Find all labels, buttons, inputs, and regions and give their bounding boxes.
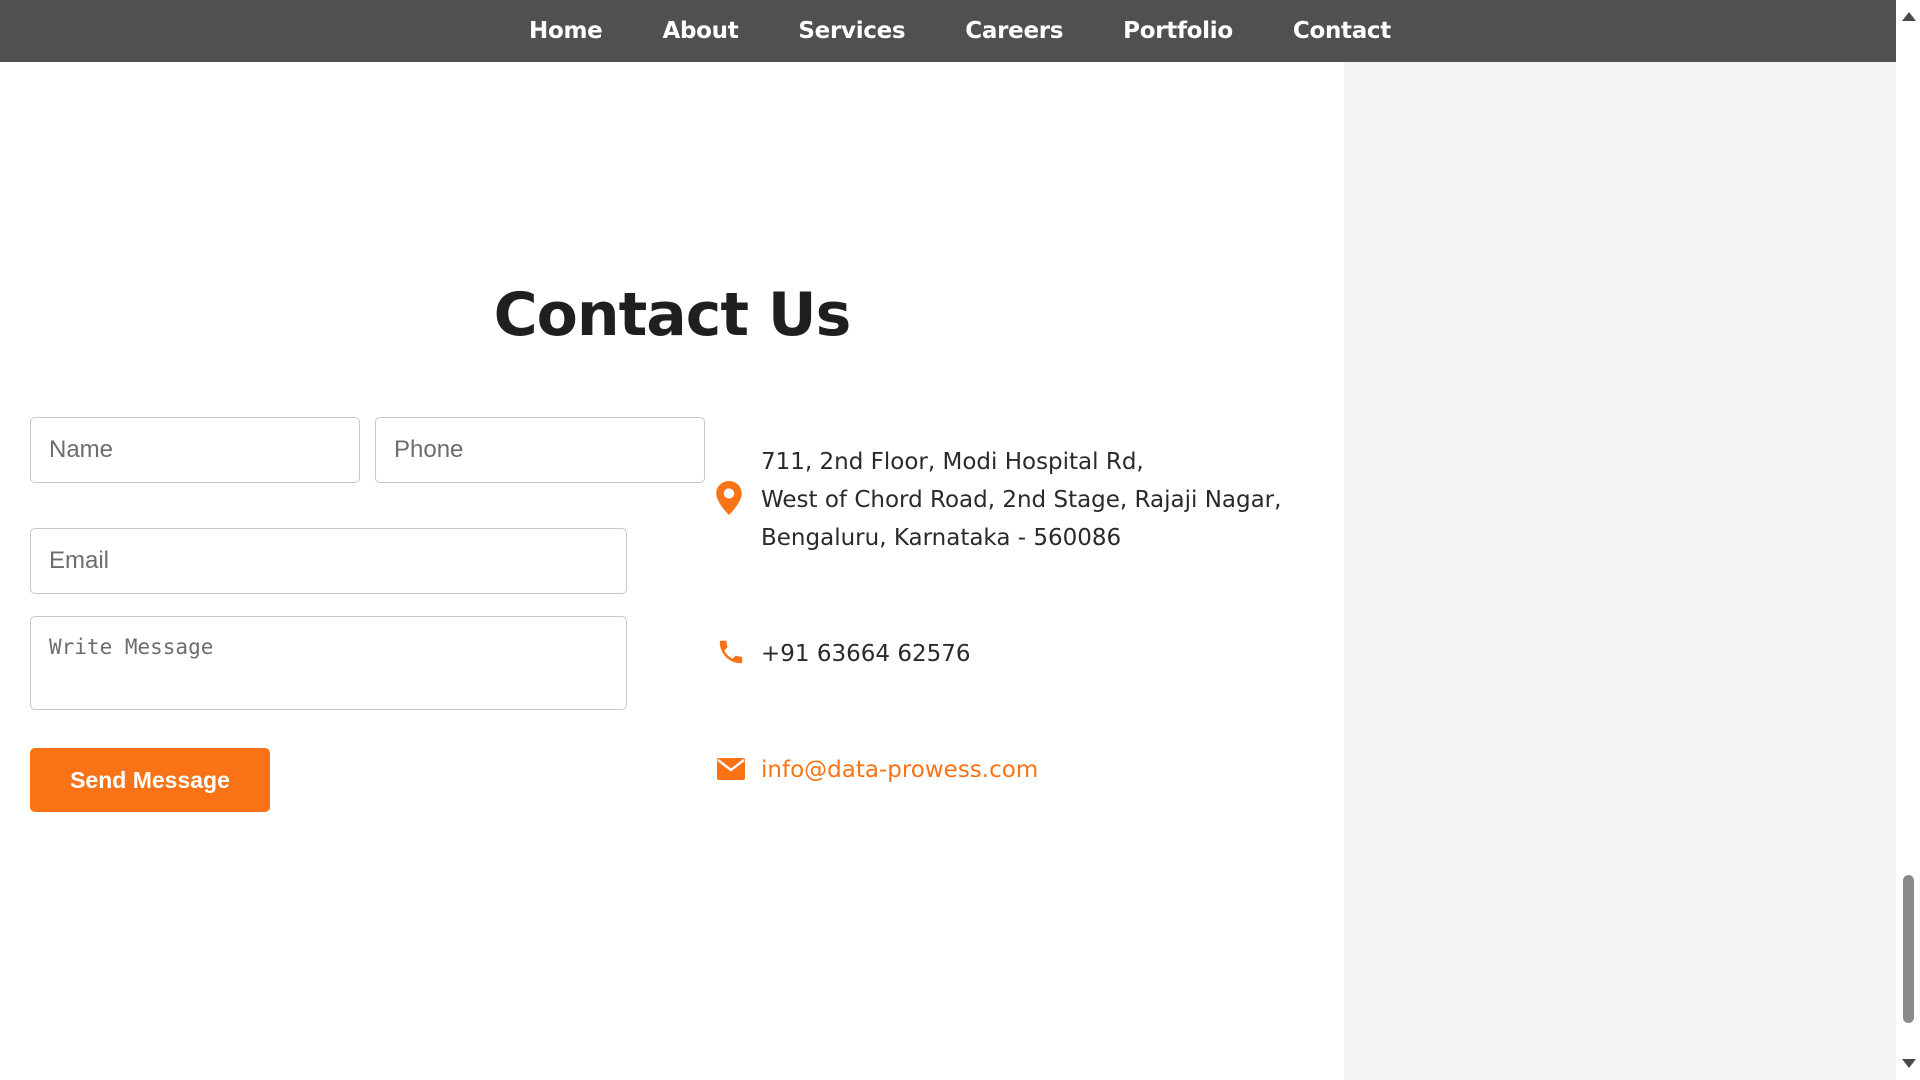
email-link[interactable]: info@data-prowess.com <box>761 751 1038 789</box>
map-pin-icon <box>716 481 742 519</box>
address-line: Bengaluru, Karnataka - 560086 <box>761 525 1122 551</box>
phone-icon <box>716 637 746 671</box>
top-navbar: Home About Services Careers Portfolio Co… <box>0 0 1920 62</box>
vertical-scrollbar[interactable] <box>1896 0 1920 1080</box>
phone-input[interactable] <box>375 417 705 483</box>
address-line: 711, 2nd Floor, Modi Hospital Rd, <box>761 449 1144 475</box>
email-input[interactable] <box>30 528 627 594</box>
nav-home-link[interactable]: Home <box>529 18 603 44</box>
nav-contact-link[interactable]: Contact <box>1293 18 1391 44</box>
name-input[interactable] <box>30 417 360 483</box>
nav-about-link[interactable]: About <box>662 18 738 44</box>
nav-services-link[interactable]: Services <box>798 18 905 44</box>
scroll-down-arrow-icon[interactable] <box>1902 1059 1916 1068</box>
page-title: Contact Us <box>493 280 852 350</box>
envelope-icon <box>716 757 746 785</box>
nav-menu: Home About Services Careers Portfolio Co… <box>529 18 1391 44</box>
scrollbar-thumb[interactable] <box>1903 875 1914 1023</box>
side-panel <box>1344 62 1896 1080</box>
phone-number: +91 63664 62576 <box>761 641 971 667</box>
message-textarea[interactable] <box>30 616 627 710</box>
nav-portfolio-link[interactable]: Portfolio <box>1123 18 1233 44</box>
address-line: West of Chord Road, 2nd Stage, Rajaji Na… <box>761 487 1282 513</box>
address-text: 711, 2nd Floor, Modi Hospital Rd, West o… <box>761 443 1321 557</box>
send-message-button[interactable]: Send Message <box>30 748 270 812</box>
nav-careers-link[interactable]: Careers <box>965 18 1063 44</box>
scroll-up-arrow-icon[interactable] <box>1902 12 1916 21</box>
